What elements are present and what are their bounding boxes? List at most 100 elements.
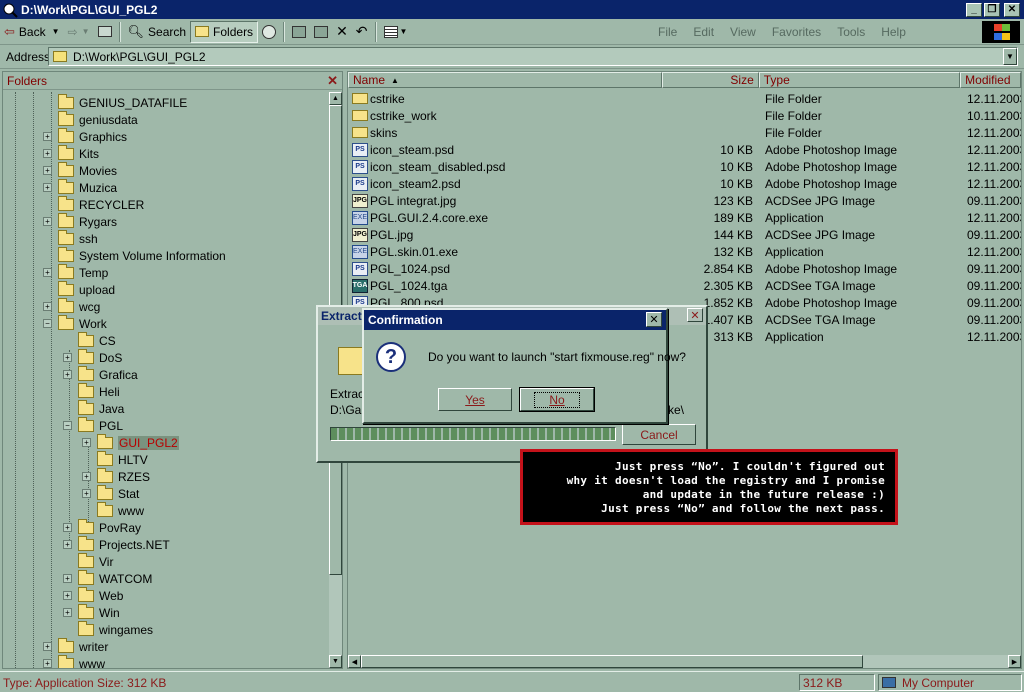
up-folder-button[interactable] [94, 21, 116, 43]
move-to-button[interactable] [288, 21, 310, 43]
file-row[interactable]: EXE PGL.skin.01.exe 132 KB Application 12.11… [348, 243, 1021, 260]
restore-button[interactable]: ❐ [984, 2, 1000, 17]
tree-item[interactable]: + writer [43, 637, 108, 655]
tree-item[interactable]: + GUI_PGL2 [82, 433, 179, 451]
file-row[interactable]: JPG PGL.jpg 144 KB ACDSee JPG Image 09.11.20… [348, 226, 1021, 243]
file-row[interactable]: PS icon_steam_disabled.psd 10 KB Adobe Phot… [348, 158, 1021, 175]
expand-icon[interactable]: + [63, 574, 72, 583]
tree-item[interactable]: + Stat [82, 484, 139, 502]
column-modified[interactable]: Modified [960, 72, 1021, 88]
tree-item[interactable]: + Rygars [43, 212, 117, 230]
menu-file[interactable]: File [658, 25, 677, 39]
column-type[interactable]: Type [758, 72, 961, 88]
address-input[interactable]: D:\Work\PGL\GUI_PGL2 ▼ [48, 47, 1018, 66]
tree-item[interactable]: CS [63, 331, 116, 349]
expand-icon[interactable]: + [82, 438, 91, 447]
tree-item[interactable]: Heli [63, 382, 120, 400]
scroll-down-button[interactable]: ▼ [329, 655, 342, 668]
tree-item[interactable]: + Temp [43, 263, 108, 281]
collapse-icon[interactable]: − [43, 319, 52, 328]
tree-item[interactable]: ssh [43, 229, 98, 247]
file-row[interactable]: skins File Folder 12.11.2003 [348, 124, 1021, 141]
tree-item[interactable]: GENIUS_DATAFILE [43, 93, 187, 111]
file-row[interactable]: PS PGL_1024.psd 2.854 KB Adobe Photoshop Im… [348, 260, 1021, 277]
tree-item[interactable]: RECYCLER [43, 195, 144, 213]
tree-item[interactable]: upload [43, 280, 115, 298]
file-row[interactable]: EXE PGL.GUI.2.4.core.exe 189 KB Application… [348, 209, 1021, 226]
tree-item[interactable]: + Movies [43, 161, 117, 179]
search-button[interactable]: 🔍︎ Search [124, 21, 191, 43]
tree-item[interactable]: − Work [43, 314, 107, 332]
tree-item[interactable]: + Muzica [43, 178, 117, 196]
tree-item[interactable]: + Web [63, 586, 123, 604]
file-row[interactable]: PS icon_steam.psd 10 KB Adobe Photoshop Ima… [348, 141, 1021, 158]
expand-icon[interactable]: + [43, 659, 52, 668]
scroll-left-button[interactable]: ◀ [348, 655, 361, 668]
delete-button[interactable]: ✕ [332, 21, 352, 43]
column-size[interactable]: Size [662, 72, 759, 88]
collapse-icon[interactable]: − [63, 421, 72, 430]
expand-icon[interactable]: + [43, 302, 52, 311]
tree-item[interactable]: + Win [63, 603, 120, 621]
expand-icon[interactable]: + [63, 523, 72, 532]
expand-icon[interactable]: + [63, 353, 72, 362]
tree-item[interactable]: Vir [63, 552, 113, 570]
tree-item[interactable]: + Graphics [43, 127, 127, 145]
expand-icon[interactable]: + [63, 370, 72, 379]
file-row[interactable]: JPG PGL integrat.jpg 123 KB ACDSee JPG Imag… [348, 192, 1021, 209]
expand-icon[interactable]: + [43, 642, 52, 651]
expand-icon[interactable]: + [82, 489, 91, 498]
tree-item[interactable]: + PovRay [63, 518, 141, 536]
tree-item[interactable]: wingames [63, 620, 153, 638]
tree-item[interactable]: www [82, 501, 144, 519]
expand-icon[interactable]: + [63, 540, 72, 549]
forward-button[interactable]: ⇨ ▼ [64, 21, 94, 43]
undo-button[interactable]: ↶ [352, 21, 372, 43]
expand-icon[interactable]: + [63, 608, 72, 617]
file-row[interactable]: TGA PGL_1024.tga 2.305 KB ACDSee TGA Image 0… [348, 277, 1021, 294]
scroll-right-button[interactable]: ▶ [1008, 655, 1021, 668]
expand-icon[interactable]: + [82, 472, 91, 481]
extract-close-button[interactable]: ✕ [687, 308, 703, 322]
list-horizontal-scrollbar[interactable]: ◀ ▶ [348, 655, 1021, 668]
tree-item[interactable]: + Grafica [63, 365, 138, 383]
tree-item[interactable]: + RZES [82, 467, 150, 485]
no-button[interactable]: No [519, 387, 595, 412]
file-row[interactable]: cstrike_work File Folder 10.11.2003 [348, 107, 1021, 124]
tree-item[interactable]: + Projects.NET [63, 535, 170, 553]
scroll-up-button[interactable]: ▲ [329, 92, 342, 105]
file-row[interactable]: cstrike File Folder 12.11.2003 [348, 90, 1021, 107]
tree-item[interactable]: + WATCOM [63, 569, 152, 587]
expand-icon[interactable]: + [63, 591, 72, 600]
back-button[interactable]: ⇦ Back ▼ [0, 21, 64, 43]
expand-icon[interactable]: + [43, 183, 52, 192]
menu-tools[interactable]: Tools [837, 25, 865, 39]
expand-icon[interactable]: + [43, 217, 52, 226]
tree-item[interactable]: geniusdata [43, 110, 138, 128]
minimize-button[interactable]: _ [966, 2, 982, 17]
close-button[interactable]: ✕ [1004, 2, 1020, 17]
tree-item[interactable]: HLTV [82, 450, 148, 468]
menu-edit[interactable]: Edit [693, 25, 714, 39]
expand-icon[interactable]: + [43, 166, 52, 175]
yes-button[interactable]: Yes [438, 388, 512, 411]
expand-icon[interactable]: + [43, 268, 52, 277]
scroll-thumb[interactable] [361, 655, 863, 668]
folders-button[interactable]: Folders [190, 20, 259, 43]
copy-to-button[interactable] [310, 21, 332, 43]
file-row[interactable]: PS icon_steam2.psd 10 KB Adobe Photoshop Im… [348, 175, 1021, 192]
close-folders-pane-button[interactable]: ✕ [327, 73, 338, 89]
tree-item[interactable]: + wcg [43, 297, 100, 315]
tree-item[interactable]: + www [43, 654, 105, 668]
menu-help[interactable]: Help [881, 25, 906, 39]
menu-view[interactable]: View [730, 25, 756, 39]
address-dropdown-button[interactable]: ▼ [1003, 48, 1017, 65]
expand-icon[interactable]: + [43, 132, 52, 141]
views-button[interactable]: ▼ [380, 21, 412, 43]
tree-item[interactable]: − PGL [63, 416, 123, 434]
tree-item[interactable]: + DoS [63, 348, 122, 366]
expand-icon[interactable]: + [43, 149, 52, 158]
menu-favorites[interactable]: Favorites [772, 25, 821, 39]
tree-item[interactable]: Java [63, 399, 124, 417]
history-button[interactable] [258, 21, 280, 43]
